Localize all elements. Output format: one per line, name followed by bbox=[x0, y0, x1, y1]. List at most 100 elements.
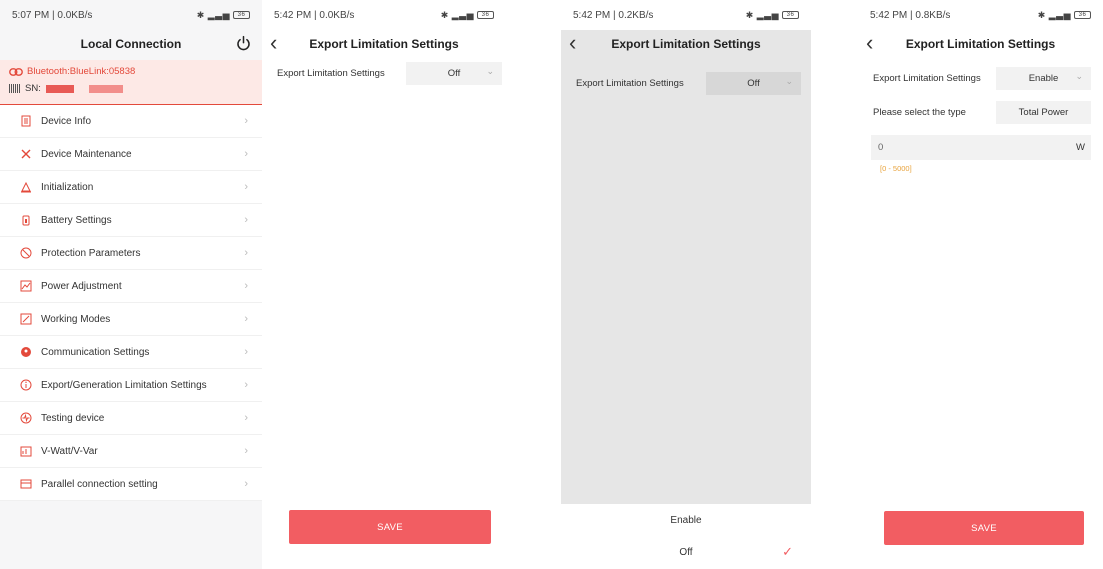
battery-icon bbox=[22, 215, 30, 226]
menu-item-label: Battery Settings bbox=[41, 214, 112, 226]
menu-item[interactable]: Export/Generation Limitation Settings › bbox=[0, 369, 262, 402]
status-bar: 5:42 PM | 0.0KB/s ✱ ▂▃▅ 36 bbox=[262, 0, 506, 30]
menu-item-label: Initialization bbox=[41, 181, 94, 193]
header: ‹ Export Limitation Settings bbox=[561, 30, 811, 58]
chevron-right-icon: › bbox=[244, 280, 248, 292]
local-connection-screen: 5:07 PM | 0.0KB/s ✱ ▂▃▅ 36 Local Connect… bbox=[0, 0, 262, 569]
export-limitation-screen-picker: 5:42 PM | 0.2KB/s ✱ ▂▃▅ 36 ‹ Export Limi… bbox=[561, 0, 811, 569]
export-limitation-screen-off: 5:42 PM | 0.0KB/s ✱ ▂▃▅ 36 ‹ Export Limi… bbox=[262, 0, 506, 569]
page-title: Export Limitation Settings bbox=[905, 37, 1056, 51]
signal-icon: ▂▃▅ bbox=[451, 9, 474, 20]
status-time: 5:07 PM | 0.0KB/s bbox=[12, 9, 93, 21]
page-title: Export Limitation Settings bbox=[309, 37, 459, 51]
option-enable[interactable]: Enable bbox=[561, 504, 811, 536]
setting-label: Export Limitation Settings bbox=[277, 67, 385, 79]
menu-item[interactable]: Communication Settings › bbox=[0, 336, 262, 369]
signal-icon: ▂▃▅ bbox=[1048, 9, 1071, 20]
back-arrow-icon[interactable]: ‹ bbox=[270, 32, 277, 54]
export-limitation-row: Export Limitation Settings Off ⌄ bbox=[262, 60, 506, 86]
tools-icon bbox=[21, 149, 31, 159]
option-label: Enable bbox=[670, 514, 702, 526]
export-limitation-row: Export Limitation Settings Enable ⌄ bbox=[858, 65, 1103, 91]
battery-icon: 36 bbox=[1074, 11, 1091, 19]
export-limitation-select[interactable]: Off ⌄ bbox=[706, 71, 801, 95]
chevron-right-icon: › bbox=[244, 412, 248, 424]
chevron-right-icon: › bbox=[244, 445, 248, 457]
menu-item[interactable]: Device Info › bbox=[0, 105, 262, 138]
limitation-type-row: Please select the type Total Power bbox=[858, 99, 1103, 125]
serial-number: SN: bbox=[9, 83, 253, 94]
connection-info: Bluetooth:BlueLink:05838 SN: bbox=[0, 60, 262, 105]
menu-item-label: Communication Settings bbox=[41, 346, 150, 358]
option-off[interactable]: Off ✓ bbox=[561, 536, 811, 568]
type-label: Please select the type bbox=[873, 106, 966, 118]
menu-item[interactable]: Parallel connection setting › bbox=[0, 468, 262, 501]
sn-redaction bbox=[88, 84, 123, 93]
menu-item[interactable]: Protection Parameters › bbox=[0, 237, 262, 270]
page-title: Local Connection bbox=[80, 37, 182, 51]
menu-item-label: Testing device bbox=[41, 412, 105, 424]
back-arrow-icon[interactable]: ‹ bbox=[569, 32, 576, 54]
option-picker-sheet: Enable Off ✓ bbox=[561, 504, 811, 569]
bluetooth-status-icon: ✱ bbox=[1037, 9, 1046, 20]
status-bar: 5:42 PM | 0.2KB/s ✱ ▂▃▅ 36 bbox=[561, 0, 811, 30]
power-icon[interactable] bbox=[235, 35, 252, 52]
chevron-right-icon: › bbox=[244, 346, 248, 358]
sn-label: SN: bbox=[25, 83, 41, 94]
battery-icon: 36 bbox=[782, 11, 799, 19]
menu-item-label: Power Adjustment bbox=[41, 280, 122, 292]
menu-item-label: V-Watt/V-Var bbox=[41, 445, 98, 457]
power-value: 0 bbox=[878, 142, 884, 153]
status-time: 5:42 PM | 0.2KB/s bbox=[573, 9, 654, 21]
prohibition-icon bbox=[20, 247, 32, 259]
status-bar: 5:42 PM | 0.8KB/s ✱ ▂▃▅ 36 bbox=[858, 0, 1103, 30]
menu-item-label: Export/Generation Limitation Settings bbox=[41, 379, 207, 391]
dim-overlay[interactable]: ‹ Export Limitation Settings Export Limi… bbox=[561, 30, 811, 504]
signal-icon: ▂▃▅ bbox=[756, 9, 779, 20]
menu-item[interactable]: Testing device › bbox=[0, 402, 262, 435]
save-button[interactable]: SAVE bbox=[884, 511, 1084, 545]
chevron-right-icon: › bbox=[244, 379, 248, 391]
status-icons: ✱ ▂▃▅ 36 bbox=[197, 10, 250, 21]
chart-icon bbox=[20, 280, 32, 292]
option-label: Off bbox=[679, 546, 693, 558]
initialization-icon bbox=[21, 181, 31, 193]
battery-icon: 36 bbox=[233, 11, 250, 19]
bluetooth-status-icon: ✱ bbox=[745, 9, 754, 20]
setting-label: Export Limitation Settings bbox=[576, 77, 684, 89]
status-time: 5:42 PM | 0.8KB/s bbox=[870, 9, 951, 21]
barcode-icon bbox=[9, 84, 20, 93]
select-value: Enable bbox=[1028, 72, 1059, 84]
pulse-icon bbox=[20, 412, 32, 424]
status-bar: 5:07 PM | 0.0KB/s ✱ ▂▃▅ 36 bbox=[0, 0, 262, 30]
checkmark-icon: ✓ bbox=[782, 544, 793, 559]
export-limitation-select[interactable]: Enable ⌄ bbox=[996, 66, 1091, 90]
export-limitation-select[interactable]: Off ⌄ bbox=[406, 61, 502, 85]
chevron-right-icon: › bbox=[244, 214, 248, 226]
setting-label: Export Limitation Settings bbox=[873, 72, 981, 84]
status-icons: ✱ ▂▃▅ 36 bbox=[746, 10, 799, 21]
menu-item-label: Parallel connection setting bbox=[41, 478, 158, 490]
chevron-right-icon: › bbox=[244, 181, 248, 193]
menu-item-label: Working Modes bbox=[41, 313, 111, 325]
menu-item[interactable]: Battery Settings › bbox=[0, 204, 262, 237]
chevron-right-icon: › bbox=[244, 478, 248, 490]
header: ‹ Export Limitation Settings bbox=[858, 30, 1103, 58]
chevron-right-icon: › bbox=[244, 247, 248, 259]
link-icon bbox=[9, 67, 23, 76]
antenna-icon bbox=[21, 347, 31, 357]
menu-item-label: Device Maintenance bbox=[41, 148, 132, 160]
back-arrow-icon[interactable]: ‹ bbox=[866, 32, 873, 54]
menu-item[interactable]: Device Maintenance › bbox=[0, 138, 262, 171]
chevron-right-icon: › bbox=[244, 115, 248, 127]
menu-item[interactable]: Initialization › bbox=[0, 171, 262, 204]
save-button[interactable]: SAVE bbox=[289, 510, 491, 544]
limitation-type-select[interactable]: Total Power bbox=[996, 100, 1091, 124]
menu-item[interactable]: Working Modes › bbox=[0, 303, 262, 336]
power-limit-input[interactable]: 0 W bbox=[871, 135, 1091, 160]
menu-item[interactable]: Power Adjustment › bbox=[0, 270, 262, 303]
bluetooth-connection: Bluetooth:BlueLink:05838 bbox=[9, 66, 253, 77]
menu-item[interactable]: V-Watt/V-Var › bbox=[0, 435, 262, 468]
status-time: 5:42 PM | 0.0KB/s bbox=[274, 9, 355, 21]
bluetooth-label: Bluetooth:BlueLink:05838 bbox=[27, 66, 136, 77]
